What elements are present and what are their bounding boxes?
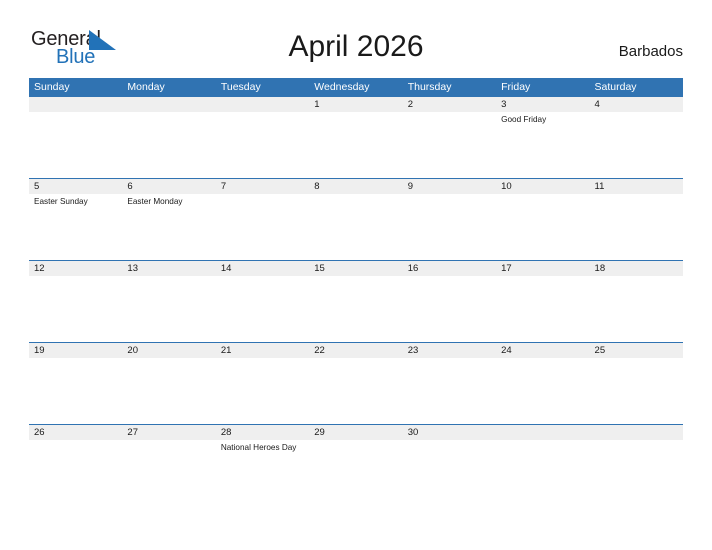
day-number[interactable]: 7 — [216, 179, 309, 194]
week-events — [29, 358, 683, 424]
country-label: Barbados — [618, 43, 683, 60]
week-events: Good Friday — [29, 112, 683, 178]
day-number[interactable]: 9 — [403, 179, 496, 194]
day-event — [309, 358, 402, 424]
day-event — [403, 276, 496, 342]
week-numbers: 12 13 14 15 16 17 18 — [29, 260, 683, 276]
day-number[interactable]: 16 — [403, 261, 496, 276]
dow-saturday: Saturday — [594, 81, 637, 93]
day-number[interactable]: 4 — [590, 97, 683, 112]
day-number[interactable]: 25 — [590, 343, 683, 358]
day-number[interactable]: 10 — [496, 179, 589, 194]
week-events: Easter Sunday Easter Monday — [29, 194, 683, 260]
day-number[interactable]: 23 — [403, 343, 496, 358]
calendar-week-row: 12 13 14 15 16 17 18 — [29, 260, 683, 342]
day-event — [590, 194, 683, 260]
day-number[interactable]: 24 — [496, 343, 589, 358]
day-event — [216, 112, 309, 178]
day-number[interactable] — [496, 425, 589, 440]
day-number[interactable]: 1 — [309, 97, 402, 112]
day-event — [122, 112, 215, 178]
day-event — [309, 112, 402, 178]
day-number[interactable]: 14 — [216, 261, 309, 276]
dow-wednesday: Wednesday — [314, 81, 370, 93]
day-event — [122, 276, 215, 342]
day-number[interactable]: 13 — [122, 261, 215, 276]
week-numbers: 26 27 28 29 30 — [29, 424, 683, 440]
calendar-week-row: 5 6 7 8 9 10 11 Easter Sunday Easter Mon… — [29, 178, 683, 260]
day-event — [29, 276, 122, 342]
day-number[interactable]: 20 — [122, 343, 215, 358]
day-event — [496, 440, 589, 506]
day-event — [496, 194, 589, 260]
day-event — [122, 440, 215, 506]
day-number[interactable]: 3 — [496, 97, 589, 112]
day-number[interactable]: 17 — [496, 261, 589, 276]
week-numbers: 19 20 21 22 23 24 25 — [29, 342, 683, 358]
day-event — [590, 112, 683, 178]
dow-thursday: Thursday — [407, 81, 452, 93]
day-event — [216, 358, 309, 424]
dow-sunday: Sunday — [34, 81, 70, 93]
calendar-grid: Sunday Monday Tuesday Wednesday Thursday… — [29, 78, 683, 506]
day-event — [309, 276, 402, 342]
day-event — [29, 358, 122, 424]
dow-monday: Monday — [127, 81, 165, 93]
day-number[interactable] — [216, 97, 309, 112]
week-events — [29, 276, 683, 342]
day-event — [403, 358, 496, 424]
day-number[interactable]: 19 — [29, 343, 122, 358]
week-numbers: 1 2 3 4 — [29, 97, 683, 112]
page-header: General Blue April 2026 Barbados — [0, 0, 712, 76]
calendar-week-row: 26 27 28 29 30 National Heroes Day — [29, 424, 683, 506]
day-number[interactable]: 8 — [309, 179, 402, 194]
day-event — [496, 276, 589, 342]
day-event: Easter Monday — [127, 197, 183, 206]
day-event — [590, 358, 683, 424]
day-event — [403, 112, 496, 178]
day-number[interactable]: 26 — [29, 425, 122, 440]
day-number[interactable]: 18 — [590, 261, 683, 276]
day-event: Good Friday — [501, 115, 547, 124]
day-event — [29, 440, 122, 506]
dow-tuesday: Tuesday — [220, 81, 261, 93]
day-event: National Heroes Day — [220, 443, 297, 452]
day-event — [29, 112, 122, 178]
day-number[interactable]: 2 — [403, 97, 496, 112]
day-number[interactable]: 28 — [216, 425, 309, 440]
day-of-week-header-row: Sunday Monday Tuesday Wednesday Thursday… — [29, 78, 683, 97]
dow-friday: Friday — [501, 81, 531, 93]
day-number[interactable]: 29 — [309, 425, 402, 440]
day-number[interactable]: 5 — [29, 179, 122, 194]
day-event — [309, 440, 402, 506]
day-number[interactable]: 11 — [590, 179, 683, 194]
week-numbers: 5 6 7 8 9 10 11 — [29, 178, 683, 194]
day-number[interactable]: 22 — [309, 343, 402, 358]
day-number[interactable]: 21 — [216, 343, 309, 358]
week-events: National Heroes Day — [29, 440, 683, 506]
day-event — [216, 194, 309, 260]
day-event — [309, 194, 402, 260]
day-number[interactable]: 27 — [122, 425, 215, 440]
day-number[interactable] — [122, 97, 215, 112]
day-number[interactable] — [29, 97, 122, 112]
day-number[interactable]: 30 — [403, 425, 496, 440]
day-number[interactable] — [590, 425, 683, 440]
day-event — [403, 440, 496, 506]
day-number[interactable]: 12 — [29, 261, 122, 276]
calendar-week-row: 19 20 21 22 23 24 25 — [29, 342, 683, 424]
day-event — [590, 276, 683, 342]
day-event — [216, 276, 309, 342]
day-event — [590, 440, 683, 506]
calendar-week-row: 1 2 3 4 Good Friday — [29, 97, 683, 178]
day-event — [496, 358, 589, 424]
day-event: Easter Sunday — [34, 197, 88, 206]
day-number[interactable]: 15 — [309, 261, 402, 276]
day-number[interactable]: 6 — [122, 179, 215, 194]
day-event — [122, 358, 215, 424]
page-title: April 2026 — [288, 30, 424, 63]
day-event — [403, 194, 496, 260]
